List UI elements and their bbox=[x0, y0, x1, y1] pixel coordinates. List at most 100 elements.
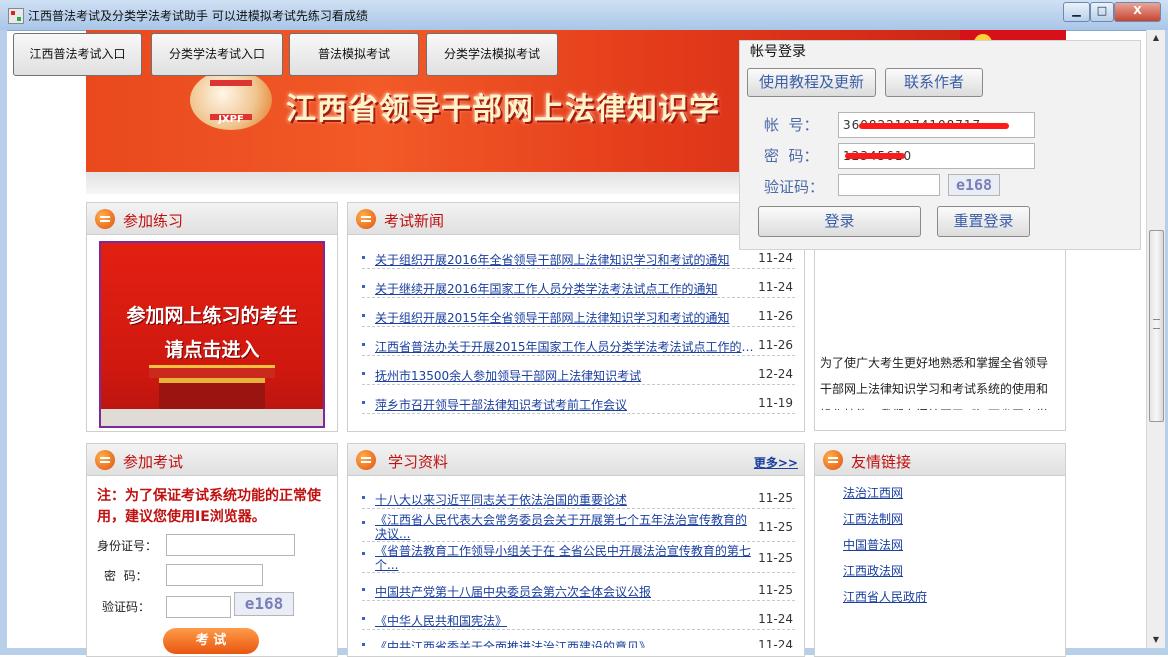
news-item: 关于组织开展2016年全省领导干部网上法律知识学习和考试的通知 11-24 bbox=[362, 248, 795, 269]
study-item: 《中共江西省委关于全面推进法治江西建设的意见》 11-24 bbox=[362, 635, 795, 648]
scroll-thumb[interactable] bbox=[1149, 230, 1164, 422]
friend-link[interactable]: 法治江西网 bbox=[843, 484, 903, 501]
section-logo-icon bbox=[823, 450, 843, 470]
redaction-mark bbox=[859, 123, 1009, 129]
bullet-icon bbox=[362, 617, 365, 620]
reset-login-button[interactable]: 重置登录 bbox=[937, 206, 1030, 237]
exam-submit-button[interactable]: 考 试 bbox=[163, 628, 259, 654]
news-link[interactable]: 关于组织开展2016年全省领导干部网上法律知识学习和考试的通知 bbox=[375, 251, 750, 268]
vertical-scrollbar[interactable]: ▲ ▼ bbox=[1146, 30, 1165, 648]
friend-link[interactable]: 中国普法网 bbox=[843, 536, 903, 553]
news-item: 关于组织开展2015年全省领导干部网上法律知识学习和考试的通知 11-26 bbox=[362, 306, 795, 327]
account-label: 帐 号： bbox=[764, 116, 819, 134]
login-captcha-label: 验证码： bbox=[764, 178, 825, 196]
section-logo-icon bbox=[95, 209, 115, 229]
nav-button-classified-exam[interactable]: 分类学法考试入口 bbox=[151, 33, 283, 76]
nav-button-pufa-exam[interactable]: 江西普法考试入口 bbox=[13, 33, 142, 76]
bullet-icon bbox=[362, 256, 365, 259]
maximize-button[interactable]: □ bbox=[1090, 2, 1114, 22]
study-link[interactable]: 《江西省人民代表大会常务委员会关于开展第七个五年法治宣传教育的决议... bbox=[375, 513, 753, 541]
bullet-icon bbox=[362, 496, 365, 499]
app-icon bbox=[8, 8, 24, 24]
study-link[interactable]: 十八大以来习近平同志关于依法治国的重要论述 bbox=[375, 491, 750, 508]
study-date: 11-24 bbox=[758, 638, 793, 648]
login-button[interactable]: 登录 bbox=[758, 206, 921, 237]
news-date: 12-24 bbox=[758, 367, 793, 381]
redaction-mark bbox=[845, 153, 905, 159]
study-item: 《江西省人民代表大会常务委员会关于开展第七个五年法治宣传教育的决议... 11-… bbox=[362, 513, 795, 542]
study-more-link[interactable]: 更多>> bbox=[754, 454, 798, 471]
bullet-icon bbox=[362, 285, 365, 288]
exam-captcha-input[interactable] bbox=[166, 596, 231, 618]
bullet-icon bbox=[362, 552, 365, 555]
friend-link[interactable]: 江西政法网 bbox=[843, 562, 903, 579]
study-item: 《中华人民共和国宪法》 11-24 bbox=[362, 609, 795, 630]
exam-panel-header: 参加考试 bbox=[87, 444, 337, 476]
friend-link[interactable]: 江西省人民政府 bbox=[843, 588, 927, 605]
links-panel-title: 友情链接 bbox=[851, 453, 912, 471]
login-captcha-input[interactable] bbox=[838, 174, 940, 196]
nav-button-pufa-mock[interactable]: 普法模拟考试 bbox=[289, 33, 419, 76]
news-item: 关于继续开展2016年国家工作人员分类学法考法试点工作的通知 11-24 bbox=[362, 277, 795, 298]
window-titlebar[interactable]: 江西普法考试及分类学法考试助手 可以进模拟考试先练习看成绩 ▁ □ X bbox=[0, 0, 1168, 31]
study-item: 中国共产党第十八届中央委员会第六次全体会议公报 11-25 bbox=[362, 580, 795, 601]
id-number-input[interactable] bbox=[166, 534, 295, 556]
practice-entry-image[interactable]: 参加网上练习的考生 请点击进入 bbox=[99, 241, 325, 428]
news-link[interactable]: 抚州市13500余人参加领导干部网上法律知识考试 bbox=[375, 367, 750, 384]
study-panel-header: 学习资料 更多>> bbox=[348, 444, 804, 476]
id-number-label: 身份证号： bbox=[97, 539, 158, 553]
bullet-icon bbox=[362, 521, 365, 524]
login-groupbox: 帐号登录 使用教程及更新 联系作者 帐 号： 3608221974108717 … bbox=[739, 40, 1141, 250]
news-panel-header: 考试新闻 bbox=[348, 203, 804, 235]
nav-button-classified-mock[interactable]: 分类学法模拟考试 bbox=[426, 33, 558, 76]
news-link[interactable]: 关于组织开展2015年全省领导干部网上法律知识学习和考试的通知 bbox=[375, 309, 750, 326]
tutorial-button[interactable]: 使用教程及更新 bbox=[747, 68, 876, 97]
scroll-up-icon[interactable]: ▲ bbox=[1147, 30, 1165, 46]
practice-panel-title: 参加练习 bbox=[123, 212, 184, 230]
grip-icon bbox=[1153, 319, 1160, 329]
study-item: 《省普法教育工作领导小组关于在 全省公民中开展法治宣传教育的第七个... 11-… bbox=[362, 544, 795, 573]
account-input[interactable]: 3608221974108717 bbox=[838, 112, 1035, 138]
news-date: 11-19 bbox=[758, 396, 793, 410]
contact-author-button[interactable]: 联系作者 bbox=[885, 68, 983, 97]
exam-password-input[interactable] bbox=[166, 564, 263, 586]
login-title: 帐号登录 bbox=[750, 44, 806, 60]
study-link[interactable]: 《中共江西省委关于全面推进法治江西建设的意见》 bbox=[375, 638, 750, 648]
exam-captcha-image[interactable]: e168 bbox=[234, 592, 294, 616]
study-link[interactable]: 《省普法教育工作领导小组关于在 全省公民中开展法治宣传教育的第七个... bbox=[375, 544, 753, 572]
bullet-icon bbox=[362, 314, 365, 317]
scroll-down-icon[interactable]: ▼ bbox=[1147, 632, 1165, 648]
news-date: 11-24 bbox=[758, 251, 793, 265]
news-date: 11-26 bbox=[758, 309, 793, 323]
section-logo-icon bbox=[356, 209, 376, 229]
study-link[interactable]: 中国共产党第十八届中央委员会第六次全体会议公报 bbox=[375, 583, 750, 600]
links-panel-header: 友情链接 bbox=[815, 444, 1065, 476]
window-title: 江西普法考试及分类学法考试助手 可以进模拟考试先练习看成绩 bbox=[28, 9, 368, 23]
bullet-icon bbox=[362, 588, 365, 591]
close-button[interactable]: X bbox=[1114, 2, 1161, 22]
news-link[interactable]: 江西省普法办关于开展2015年国家工作人员分类学法考法试点工作的通... bbox=[375, 338, 757, 355]
password-input[interactable]: 12345610 bbox=[838, 143, 1035, 169]
password-label: 密 码： bbox=[764, 147, 819, 165]
friend-link[interactable]: 江西法制网 bbox=[843, 510, 903, 527]
section-logo-icon bbox=[95, 450, 115, 470]
ie-browser-notice: 注：为了保证考试系统功能的正常使用，建议您使用IE浏览器。 bbox=[97, 488, 321, 525]
exam-captcha-label: 验证码： bbox=[102, 600, 151, 614]
news-date: 11-24 bbox=[758, 280, 793, 294]
news-panel-title: 考试新闻 bbox=[384, 212, 445, 230]
banner-title: 江西省领导干部网上法律知识学 bbox=[286, 92, 720, 127]
study-item: 十八大以来习近平同志关于依法治国的重要论述 11-25 bbox=[362, 488, 795, 509]
news-date: 11-26 bbox=[758, 338, 793, 352]
news-link[interactable]: 关于继续开展2016年国家工作人员分类学法考法试点工作的通知 bbox=[375, 280, 750, 297]
login-captcha-image[interactable]: e168 bbox=[948, 174, 1000, 196]
logo-text: JXPF bbox=[218, 114, 244, 125]
news-link[interactable]: 萍乡市召开领导干部法律知识考试考前工作会议 bbox=[375, 396, 750, 413]
jxpf-logo: JXPF bbox=[190, 70, 272, 130]
bullet-icon bbox=[362, 343, 365, 346]
bullet-icon bbox=[362, 643, 365, 646]
bullet-icon bbox=[362, 372, 365, 375]
section-logo-icon bbox=[356, 450, 376, 470]
minimize-button[interactable]: ▁ bbox=[1063, 2, 1090, 22]
study-date: 11-24 bbox=[758, 612, 793, 626]
study-link[interactable]: 《中华人民共和国宪法》 bbox=[375, 612, 750, 629]
